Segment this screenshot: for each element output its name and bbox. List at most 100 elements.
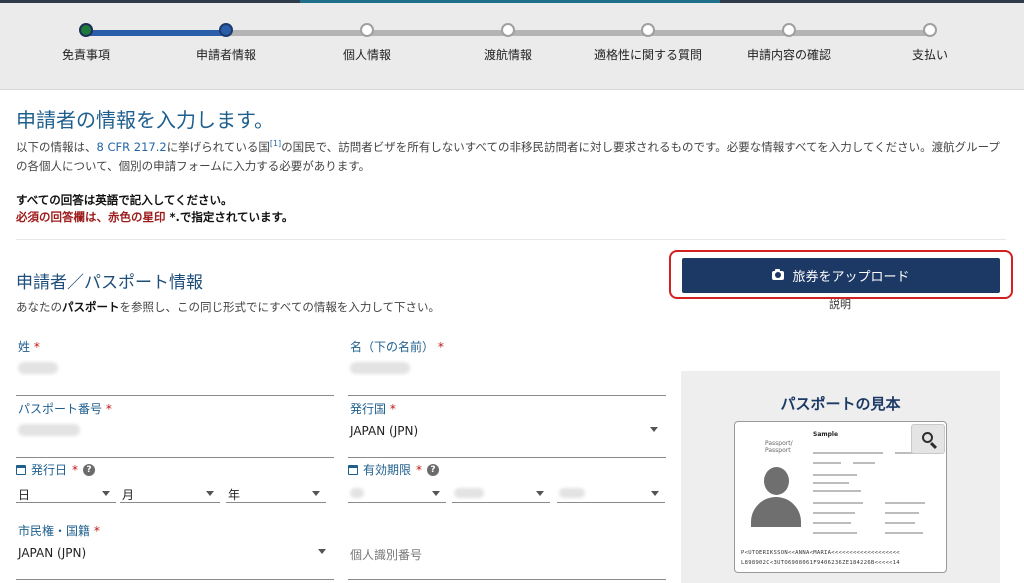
progress-step: 個人情報 [302, 23, 432, 63]
expiry-year-select[interactable] [557, 483, 665, 503]
chevron-down-icon [536, 491, 544, 496]
surname-field[interactable]: 姓 * [16, 338, 334, 396]
camera-icon [772, 269, 785, 280]
step-label: 免責事項 [61, 48, 110, 62]
sample-title: パスポートの見本 [780, 395, 901, 413]
chevron-down-icon [102, 491, 110, 496]
issue-month-select[interactable]: 月 [120, 483, 220, 503]
passport-text-line [885, 532, 923, 534]
surname-value-redacted [18, 362, 58, 374]
mrz-line-1: P<UTOERIKSSON<<ANNA<MARIA<<<<<<<<<<<<<<<… [741, 550, 900, 556]
passport-sample-image: Sample Passport/ Passport P<UTOERIKSSON<… [734, 421, 947, 573]
english-note: すべての回答は英語で記入してください。 [16, 193, 233, 207]
given-name-label: 名（下の名前） [350, 340, 435, 354]
expiry-day-redacted [350, 488, 364, 498]
passport-text-line [885, 502, 925, 504]
issue-day-select[interactable]: 日 [16, 483, 116, 503]
step-label: 申請内容の確認 [746, 48, 831, 62]
expiry-date-label: 有効期限 * ? [348, 461, 440, 478]
upload-highlight: 旅券をアップロード [669, 250, 1013, 299]
step-label: 申請者情報 [195, 48, 256, 62]
citizenship-label: 市民権・国籍 [18, 524, 91, 538]
required-mark: * [93, 524, 100, 538]
step-dot-icon [219, 23, 233, 37]
surname-label: 姓 [18, 340, 31, 354]
passport-text-line [813, 502, 863, 504]
passport-text-line [813, 462, 841, 464]
issuing-country-select[interactable]: 発行国 * JAPAN (JPN) [348, 400, 666, 458]
passport-text-line [813, 482, 849, 484]
passport-number-field[interactable]: パスポート番号 * [16, 400, 334, 458]
chevron-down-icon [206, 491, 214, 496]
step-label: 渡航情報 [483, 48, 532, 62]
page-title: 申請者の情報を入力します。 [16, 108, 274, 132]
passport-sample-panel: パスポートの見本 Sample Passport/ Passport P<UTO… [681, 371, 1000, 583]
progress-step: 申請者情報 [161, 23, 291, 63]
required-mark: * [437, 340, 444, 354]
expiry-month-select[interactable] [452, 483, 550, 503]
step-dot-icon [79, 23, 93, 37]
chevron-down-icon [651, 491, 659, 496]
footnote-link[interactable]: [1] [270, 139, 281, 148]
issue-date-label: 発行日 * ? [16, 461, 96, 478]
chevron-down-icon [432, 491, 440, 496]
passport-text-line [813, 490, 861, 492]
step-label: 個人情報 [342, 48, 391, 62]
step-dot-icon [501, 23, 515, 37]
progress-step: 免責事項 [21, 23, 151, 63]
passport-text-line [813, 532, 857, 534]
passport-number-value-redacted [18, 424, 80, 436]
required-note: 必須の回答欄は、赤色の星印 *.で指定されています。 [16, 210, 294, 224]
required-mark: * [72, 462, 79, 477]
mrz-line-2: L898902C<3UTO6908061F9406236ZE184226B<<<… [741, 560, 900, 566]
step-dot-icon [923, 23, 937, 37]
step-label: 適格性に関する質問 [593, 48, 702, 62]
step-label: 支払い [911, 48, 948, 62]
passport-text-line [813, 512, 855, 514]
upload-passport-button[interactable]: 旅券をアップロード [682, 258, 1000, 293]
step-dot-icon [641, 23, 655, 37]
issuing-country-label: 発行国 [350, 402, 387, 416]
progress-step: 適格性に関する質問 [583, 23, 713, 63]
given-name-value-redacted [350, 362, 410, 374]
chevron-down-icon [650, 427, 658, 432]
step-dot-icon [360, 23, 374, 37]
passport-text-line [885, 522, 915, 524]
progress-step: 支払い [865, 23, 995, 63]
chevron-down-icon [312, 491, 320, 496]
zoom-button[interactable] [911, 424, 945, 454]
required-mark: * [416, 462, 423, 477]
section-subtitle: あなたのパスポートを参照し、この同じ形式でにすべての情報を入力して下さい。 [16, 300, 441, 314]
help-icon[interactable]: ? [427, 463, 440, 476]
personal-id-field[interactable]: 個人識別番号 [348, 522, 666, 580]
explain-link[interactable]: 説明 [829, 296, 851, 312]
passport-text-line [813, 522, 851, 524]
passport-text-line [853, 452, 883, 454]
citizenship-value: JAPAN (JPN) [18, 546, 87, 560]
issuing-country-value: JAPAN (JPN) [350, 424, 419, 438]
calendar-icon [16, 464, 26, 475]
chevron-down-icon [318, 549, 326, 554]
required-mark: * [389, 402, 396, 416]
calendar-icon [348, 464, 358, 475]
given-name-field[interactable]: 名（下の名前） * [348, 338, 666, 396]
passport-type-label: Passport/ Passport [765, 440, 793, 454]
progress-bar: 免責事項 申請者情報 個人情報 渡航情報 適格性に関する質問 申請内容の確認 支払い [0, 3, 1024, 90]
personal-id-placeholder: 個人識別番号 [350, 548, 423, 562]
issue-year-select[interactable]: 年 [226, 483, 326, 503]
sample-card-label: Sample [813, 431, 839, 438]
help-icon[interactable]: ? [83, 463, 96, 476]
step-dot-icon [782, 23, 796, 37]
passport-text-line [813, 452, 853, 454]
expiry-day-select[interactable] [348, 483, 446, 503]
progress-step: 渡航情報 [443, 23, 573, 63]
expiry-year-redacted [559, 488, 585, 498]
progress-step: 申請内容の確認 [724, 23, 854, 63]
intro-text: 以下の情報は、8 CFR 217.2に挙げられている国[1]の国民で、訪問者ビザ… [16, 139, 1000, 173]
cfr-link[interactable]: 8 CFR 217.2 [97, 140, 167, 154]
expiry-month-redacted [454, 488, 484, 498]
passport-text-line [885, 512, 919, 514]
required-mark: * [33, 340, 40, 354]
required-mark: * [105, 402, 112, 416]
citizenship-select[interactable]: 市民権・国籍 * JAPAN (JPN) [16, 522, 334, 580]
